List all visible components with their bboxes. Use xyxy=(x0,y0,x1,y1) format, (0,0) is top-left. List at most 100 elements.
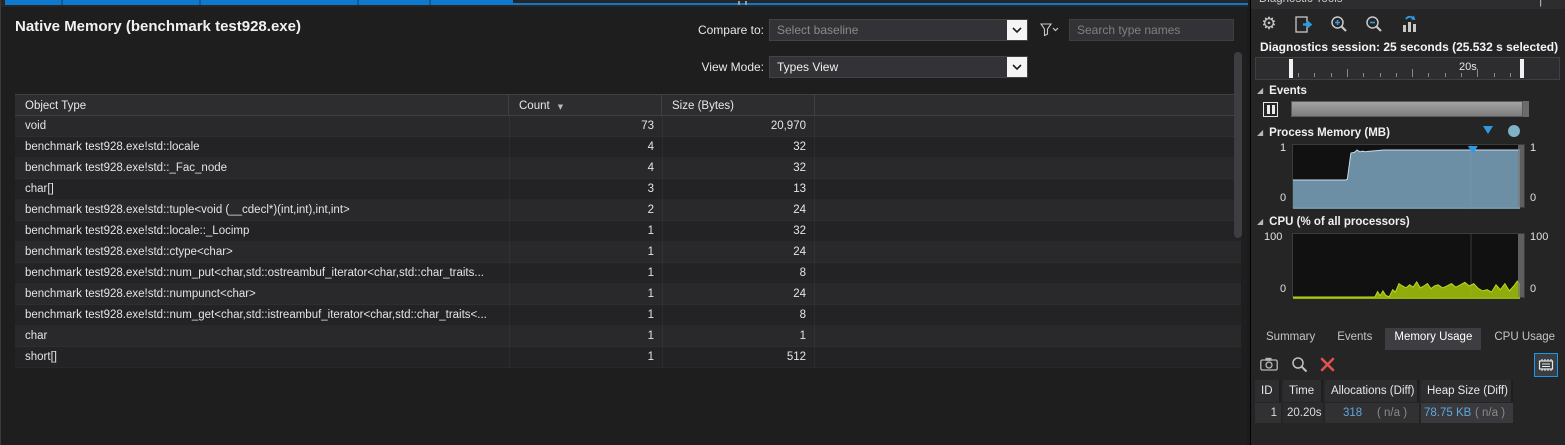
chevron-down-icon[interactable] xyxy=(1007,20,1027,40)
column-header-size[interactable]: Size (Bytes) xyxy=(662,95,815,117)
object-type-cell: benchmark test928.exe!std::num_put<char,… xyxy=(15,263,509,284)
memory-axis-max-left: 1 xyxy=(1280,142,1286,154)
object-type-cell: short[] xyxy=(15,347,509,368)
allocations-na: ( n/a ) xyxy=(1377,403,1407,423)
panel-title-bar[interactable]: Diagnostic Tools ▏ xyxy=(1251,0,1565,9)
timeline-tick xyxy=(1363,73,1364,77)
table-row[interactable]: benchmark test928.exe!std::_Fac_node432 xyxy=(15,158,1241,179)
object-type-cell: benchmark test928.exe!std::locale::_Loci… xyxy=(15,221,509,242)
session-timeline[interactable]: 20s xyxy=(1255,57,1560,80)
table-row[interactable]: char11 xyxy=(15,326,1241,347)
heap-size-link[interactable]: 78.75 KB xyxy=(1424,403,1471,423)
tab-separator xyxy=(429,0,431,5)
tab-events[interactable]: Events xyxy=(1328,328,1381,350)
column-header-count[interactable]: Count▼ xyxy=(509,95,662,117)
column-header-allocations[interactable]: Allocations (Diff) xyxy=(1325,380,1419,402)
zoom-out-icon[interactable] xyxy=(1364,14,1384,34)
search-input[interactable] xyxy=(1069,19,1234,41)
count-cell: 1 xyxy=(509,221,662,242)
vertical-scrollbar-thumb[interactable] xyxy=(1234,52,1242,238)
snapshot-row-heap-size: 78.75 KB ( n/a ) xyxy=(1421,403,1513,423)
column-header-object-type[interactable]: Object Type xyxy=(15,95,509,117)
size-cell: 20,970 xyxy=(662,116,815,137)
memory-axis-min-right: 0 xyxy=(1530,192,1536,204)
count-cell: 1 xyxy=(509,242,662,263)
active-document-tab[interactable] xyxy=(5,0,513,5)
events-swimlane[interactable] xyxy=(1291,101,1523,117)
selection-start-handle[interactable] xyxy=(1289,59,1293,78)
memory-axis-min-left: 0 xyxy=(1280,192,1286,204)
export-report-icon[interactable] xyxy=(1294,14,1314,34)
cpu-section-header[interactable]: ◢CPU (% of all processors) xyxy=(1257,216,1410,228)
object-type-cell: void xyxy=(15,116,509,137)
size-cell: 24 xyxy=(662,200,815,221)
tab-cpu-usage[interactable]: CPU Usage xyxy=(1485,328,1564,350)
table-row[interactable]: benchmark test928.exe!std::num_put<char,… xyxy=(15,263,1241,284)
timeline-tick xyxy=(1412,69,1413,77)
table-row[interactable]: benchmark test928.exe!std::ctype<char>12… xyxy=(15,242,1241,263)
table-row[interactable]: benchmark test928.exe!std::locale432 xyxy=(15,137,1241,158)
process-memory-section-header[interactable]: ◢Process Memory (MB) xyxy=(1257,127,1390,139)
tab-memory-usage[interactable]: Memory Usage xyxy=(1385,328,1481,350)
zoom-in-icon[interactable] xyxy=(1329,14,1349,34)
size-cell: 32 xyxy=(662,137,815,158)
delete-snapshot-icon[interactable] xyxy=(1317,354,1337,374)
view-heap-toggle-button[interactable] xyxy=(1534,353,1558,377)
column-header-id[interactable]: ID xyxy=(1255,380,1281,402)
process-memory-chart[interactable] xyxy=(1292,144,1525,208)
size-cell: 8 xyxy=(662,305,815,326)
native-memory-pane: Native Memory (benchmark test928.exe) Co… xyxy=(0,0,1247,445)
take-snapshot-camera-icon[interactable] xyxy=(1259,354,1279,374)
selection-end-handle[interactable] xyxy=(1520,59,1524,78)
heap-size-na: ( n/a ) xyxy=(1475,403,1505,423)
column-header-time[interactable]: Time xyxy=(1283,380,1323,402)
object-type-cell: benchmark test928.exe!std::ctype<char> xyxy=(15,242,509,263)
allocations-link[interactable]: 318 xyxy=(1343,403,1362,423)
snapshot-row-id[interactable]: 1 xyxy=(1255,403,1281,423)
table-row[interactable]: benchmark test928.exe!std::locale::_Loci… xyxy=(15,221,1241,242)
events-section-header[interactable]: ◢Events xyxy=(1257,85,1307,97)
snapshot-triangle-legend-icon xyxy=(1482,125,1494,138)
table-row[interactable]: benchmark test928.exe!std::tuple<void (_… xyxy=(15,200,1241,221)
events-track-edge xyxy=(1523,101,1529,117)
chevron-down-icon[interactable] xyxy=(1007,57,1027,77)
table-row[interactable]: benchmark test928.exe!std::numpunct<char… xyxy=(15,284,1241,305)
pin-icon[interactable]: ▏ xyxy=(1540,0,1548,7)
expand-triangle-icon[interactable]: ◢ xyxy=(1257,217,1263,226)
chart-right-scrollbar[interactable] xyxy=(1518,234,1524,297)
table-row[interactable]: void7320,970 xyxy=(15,116,1241,137)
object-type-cell: char xyxy=(15,326,509,347)
size-cell: 8 xyxy=(662,263,815,284)
table-row[interactable]: benchmark test928.exe!std::num_get<char,… xyxy=(15,305,1241,326)
object-type-cell: benchmark test928.exe!std::tuple<void (_… xyxy=(15,200,509,221)
cpu-usage-chart[interactable] xyxy=(1292,233,1525,298)
memory-chip-icon xyxy=(1538,358,1554,372)
expand-triangle-icon[interactable]: ◢ xyxy=(1257,128,1263,137)
diagnostic-tools-window: Native Memory (benchmark test928.exe) Co… xyxy=(0,0,1565,445)
cpu-axis-min-right: 0 xyxy=(1530,283,1536,295)
size-cell: 32 xyxy=(662,221,815,242)
document-tab-strip[interactable] xyxy=(1,0,1248,7)
count-cell: 1 xyxy=(509,284,662,305)
snapshot-row-time[interactable]: 20.20s xyxy=(1283,403,1323,423)
expand-triangle-icon[interactable]: ◢ xyxy=(1257,86,1263,95)
object-type-cell: benchmark test928.exe!std::locale xyxy=(15,137,509,158)
compare-baseline-dropdown[interactable]: Select baseline xyxy=(769,19,1028,41)
table-row[interactable]: short[]1512 xyxy=(15,347,1241,368)
view-snapshot-magnifier-icon[interactable] xyxy=(1289,354,1309,374)
table-row[interactable]: char[]313 xyxy=(15,179,1241,200)
timeline-tick xyxy=(1347,69,1348,77)
reset-view-icon[interactable] xyxy=(1399,14,1419,34)
column-header-empty xyxy=(815,95,1241,117)
view-mode-dropdown[interactable]: Types View xyxy=(769,56,1028,78)
chart-right-scrollbar[interactable] xyxy=(1518,145,1524,207)
filter-button[interactable] xyxy=(1037,19,1063,41)
column-header-heap-size[interactable]: Heap Size (Diff) xyxy=(1421,380,1513,402)
timeline-tick xyxy=(1477,69,1478,77)
count-cell: 1 xyxy=(509,326,662,347)
diagnostics-toolbar: ⚙ xyxy=(1259,12,1419,36)
tab-summary[interactable]: Summary xyxy=(1257,328,1324,350)
timeline-tick xyxy=(1380,73,1381,77)
settings-gear-icon[interactable]: ⚙ xyxy=(1259,14,1279,34)
timeline-tick xyxy=(1445,73,1446,77)
